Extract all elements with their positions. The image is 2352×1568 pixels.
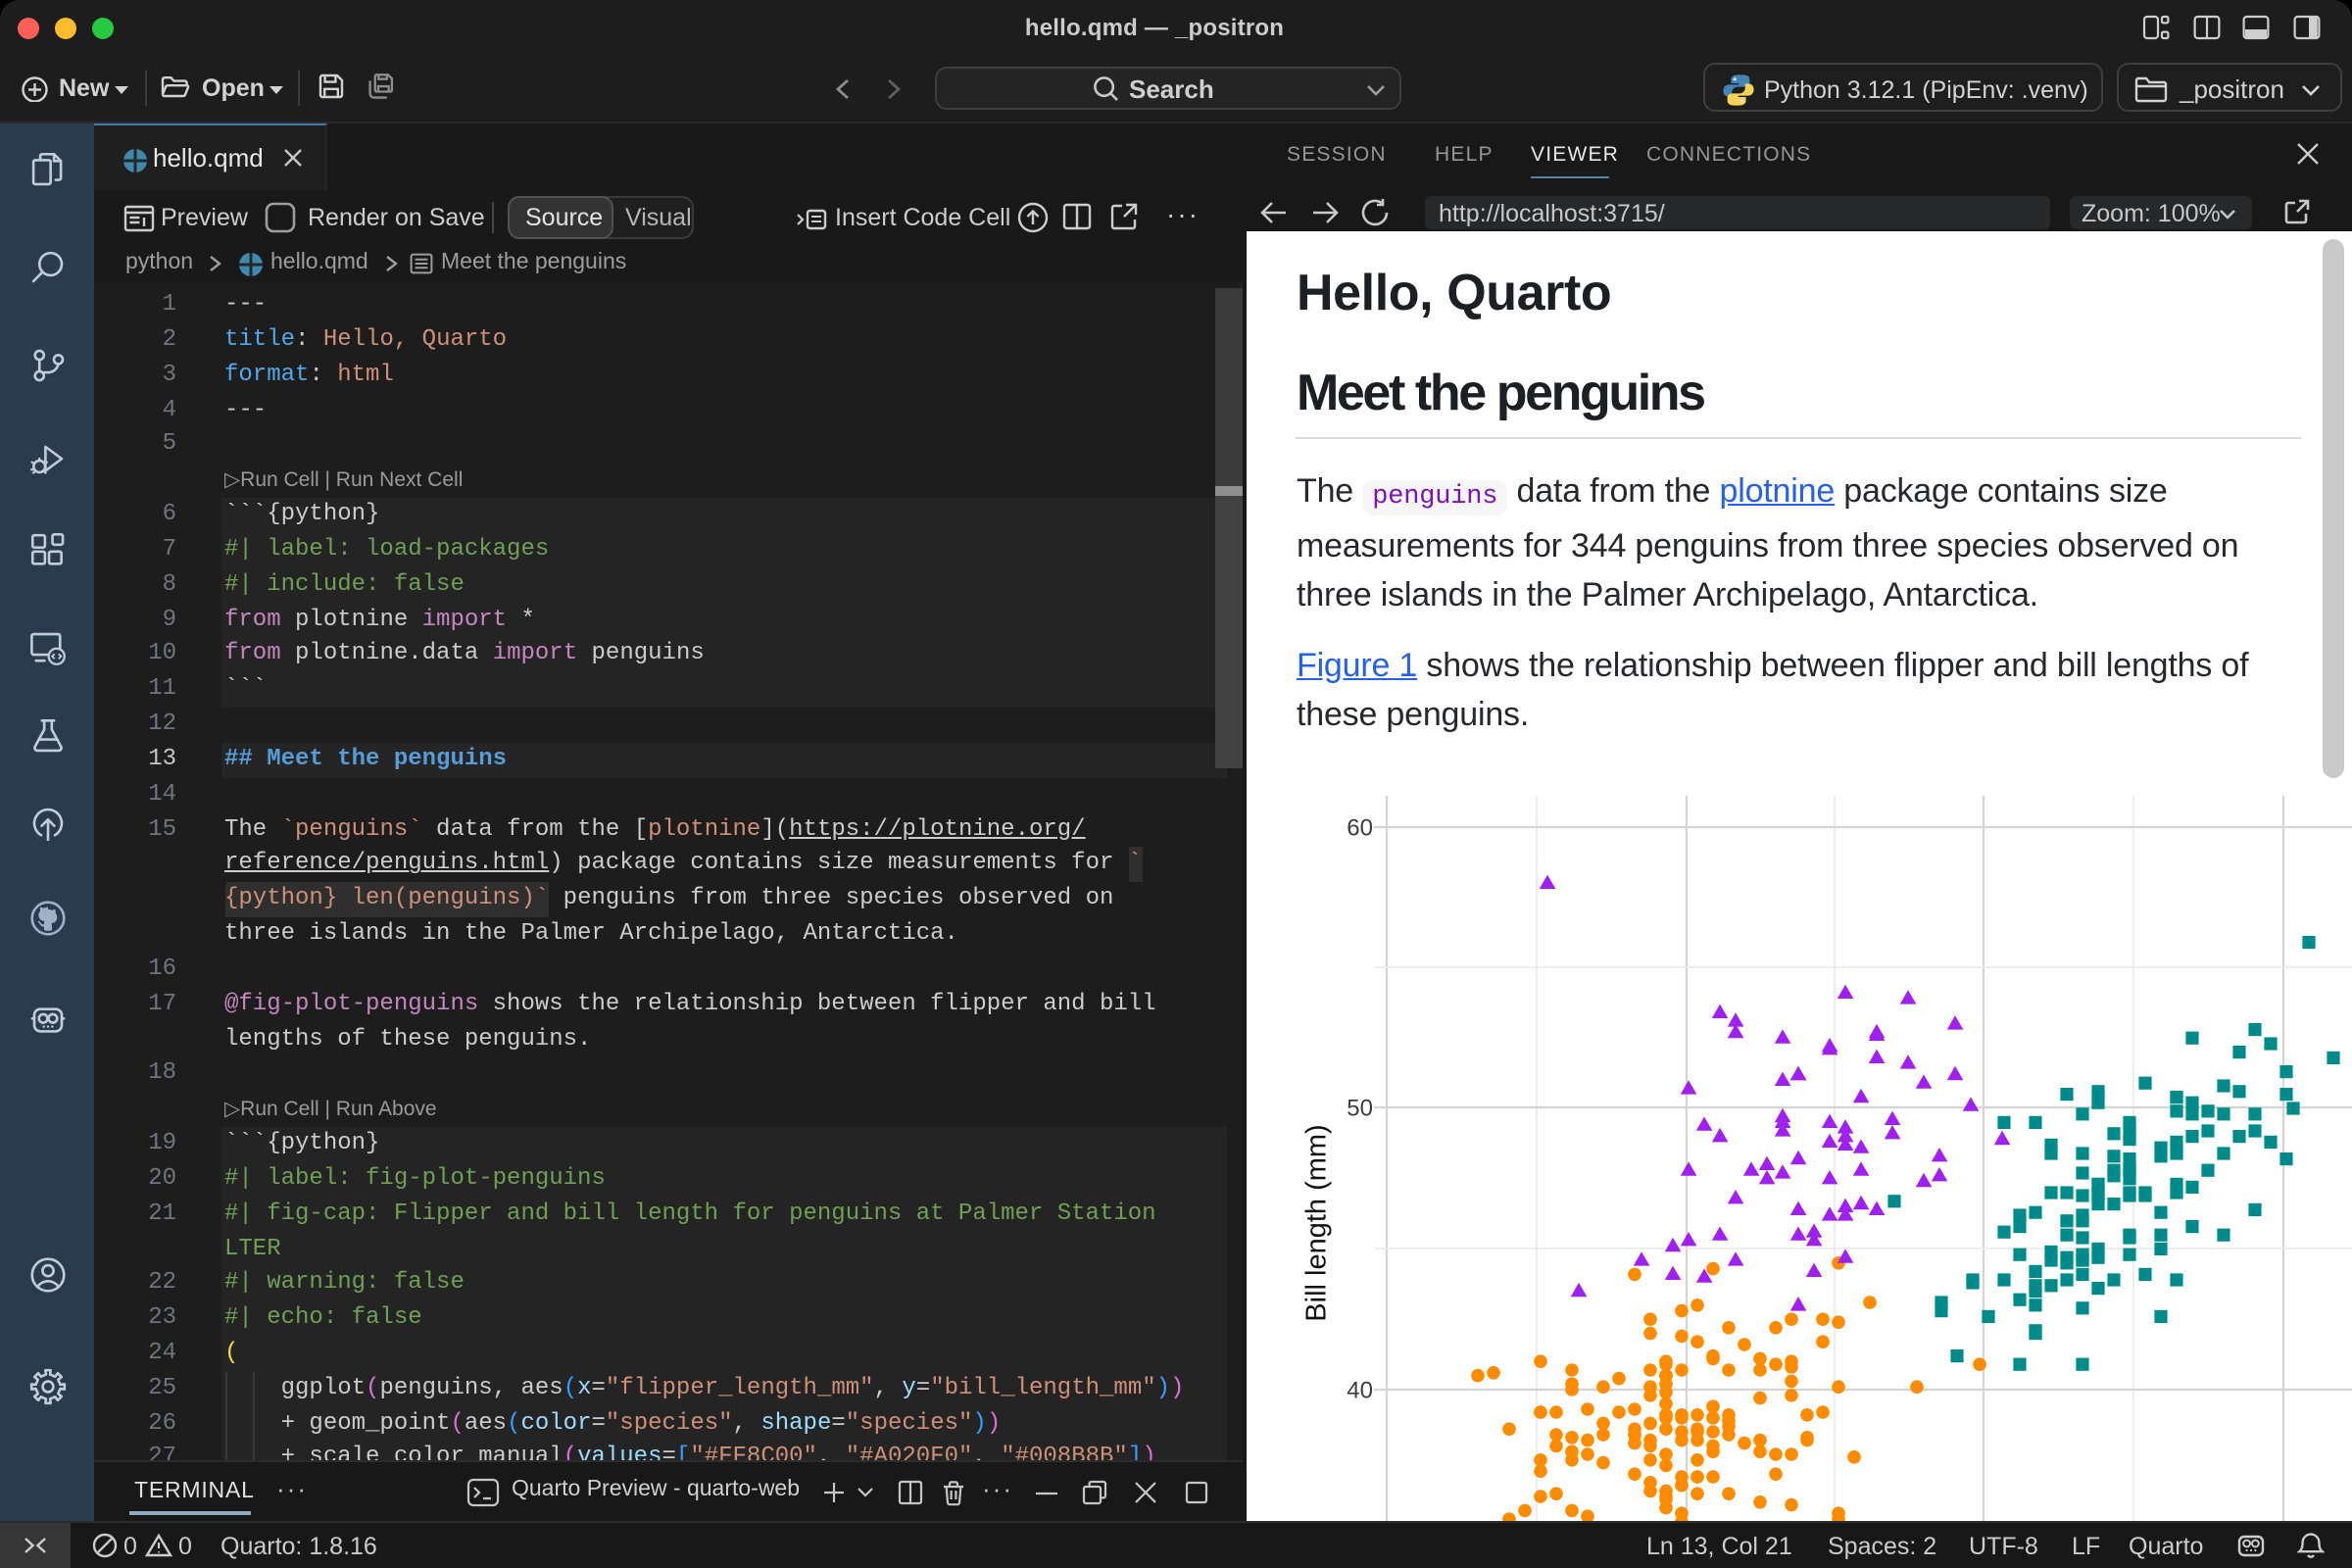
svg-text:40: 40 [1347,1378,1373,1404]
svg-text:60: 60 [1347,815,1373,842]
svg-text:Bill length (mm): Bill length (mm) [1301,1124,1333,1321]
svg-text:50: 50 [1347,1096,1373,1122]
